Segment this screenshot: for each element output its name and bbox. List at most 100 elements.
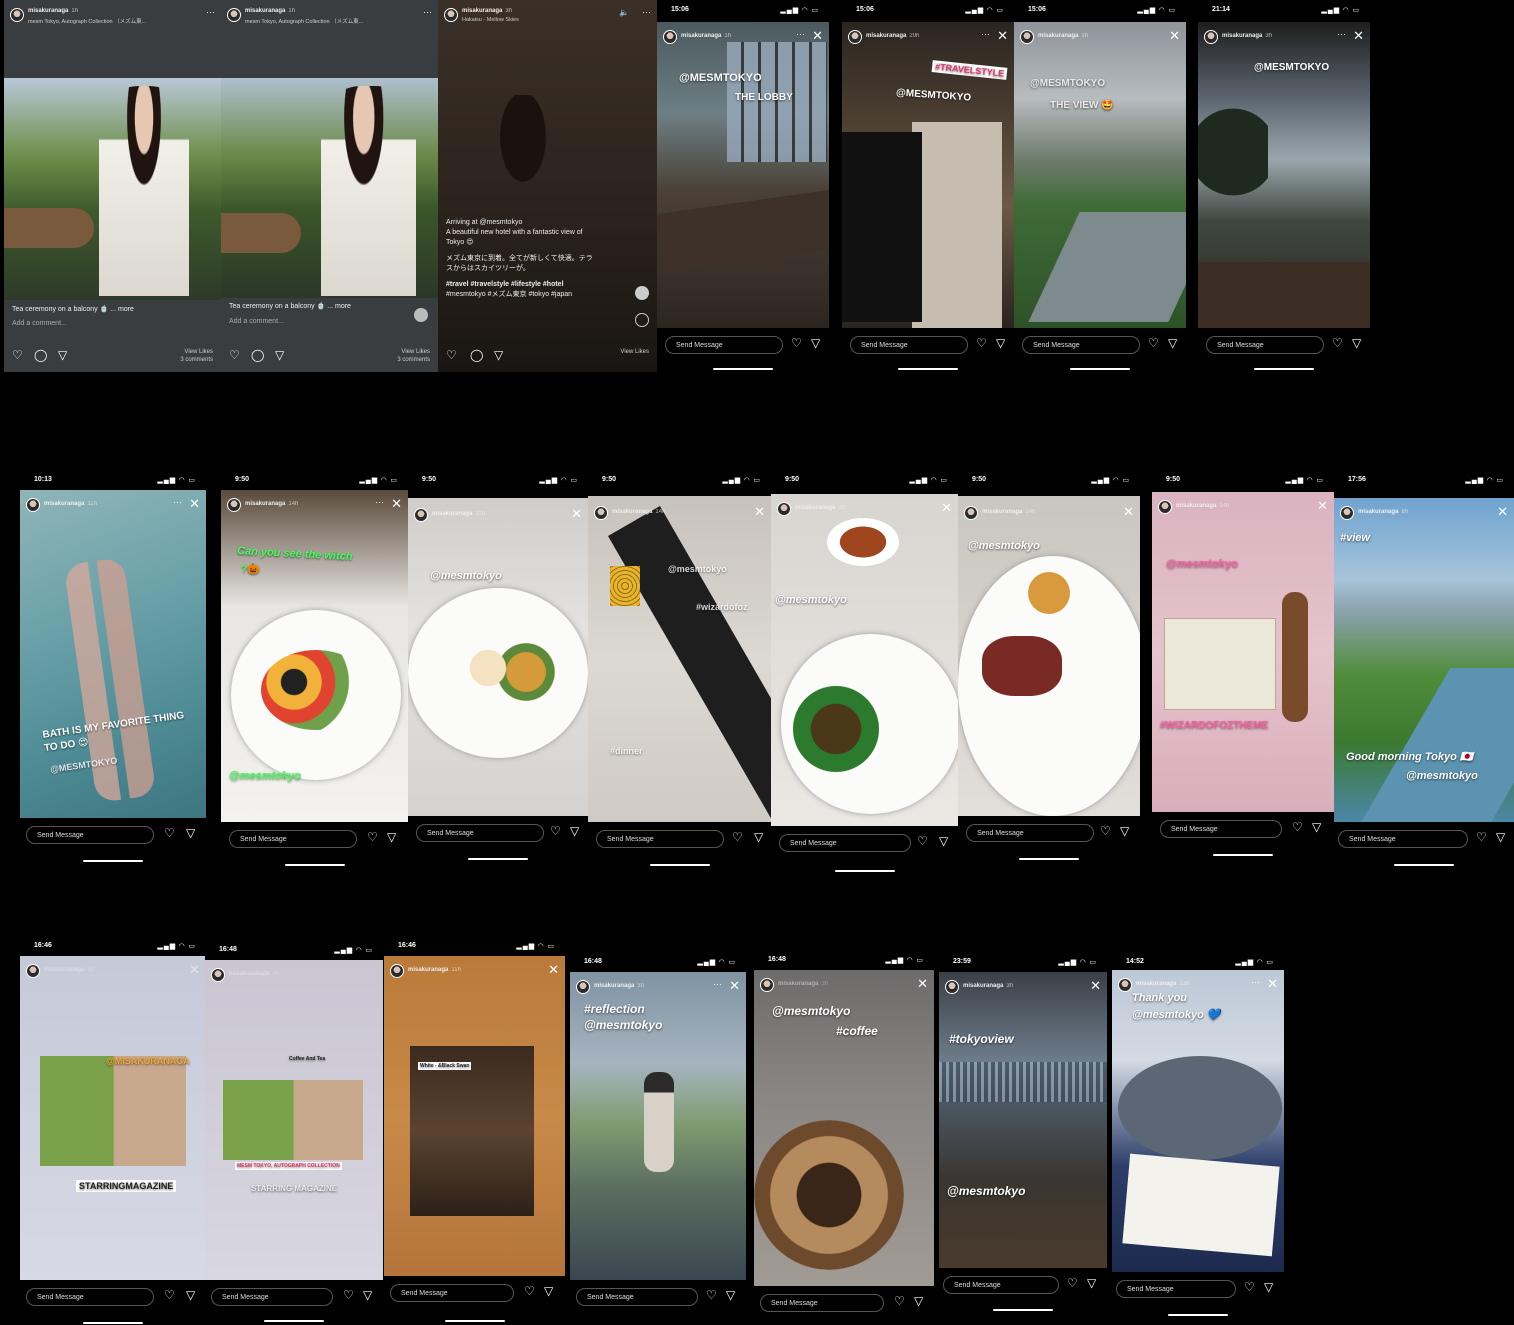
close-icon[interactable]: ✕ xyxy=(754,505,765,518)
story-card[interactable]: 15:06 ▂▄▆ ◠ ▭ misakuranaga 1h ··· ✕ @MESMT… xyxy=(657,0,829,372)
username[interactable]: misakuranaga 13h xyxy=(1136,981,1189,987)
heart-icon[interactable]: ♡ xyxy=(976,337,987,349)
avatar[interactable] xyxy=(26,964,40,978)
avatar[interactable] xyxy=(414,508,428,522)
more-options-icon[interactable]: ··· xyxy=(713,979,722,989)
send-message-input[interactable]: Send Message xyxy=(596,830,724,848)
share-icon[interactable]: ▽ xyxy=(996,337,1005,349)
username[interactable]: misakuranaga 3h xyxy=(778,981,828,987)
username[interactable]: misakuranaga 14h xyxy=(612,509,665,515)
heart-icon[interactable]: ♡ xyxy=(446,348,457,362)
more-options-icon[interactable]: ··· xyxy=(423,7,432,17)
avatar[interactable] xyxy=(576,980,590,994)
story-card[interactable]: 16:46 ▂▄▆ ◠ ▭ misakuranaga 1h ✕ @MISAKURAN… xyxy=(20,936,206,1325)
story-card[interactable]: 9:50 ▂▄▆ ◠ ▭ misakuranaga 1h ✕ @mesmtokyo … xyxy=(771,470,958,874)
story-card[interactable]: 9:50 ▂▄▆ ◠ ▭ misakuranaga 14h ··· ✕ Can yo… xyxy=(221,470,408,870)
close-icon[interactable]: ✕ xyxy=(1353,29,1364,42)
avatar[interactable] xyxy=(1118,978,1132,992)
more-options-icon[interactable]: ··· xyxy=(173,497,182,507)
username[interactable]: misakuranaga 1h xyxy=(795,505,845,511)
heart-icon[interactable]: ♡ xyxy=(12,348,23,362)
share-icon[interactable]: ▽ xyxy=(186,1289,195,1301)
heart-icon[interactable]: ♡ xyxy=(524,1285,535,1297)
avatar[interactable] xyxy=(211,968,225,982)
avatar[interactable] xyxy=(444,8,458,22)
username[interactable]: misakuranaga 14h xyxy=(982,509,1035,515)
heart-icon[interactable]: ♡ xyxy=(1067,1277,1078,1289)
avatar[interactable] xyxy=(760,978,774,992)
share-icon[interactable]: ▽ xyxy=(754,831,763,843)
close-icon[interactable]: ✕ xyxy=(1497,505,1508,518)
close-icon[interactable]: ✕ xyxy=(391,497,402,510)
share-icon[interactable]: ▽ xyxy=(58,348,67,362)
heart-icon[interactable]: ♡ xyxy=(894,1295,905,1307)
more-options-icon[interactable]: ··· xyxy=(1337,29,1346,39)
story-card[interactable]: 16:46 ▂▄▆ ◠ ▭ misakuranaga 11h ✕ White - &… xyxy=(384,936,565,1325)
avatar[interactable] xyxy=(945,980,959,994)
username[interactable]: misakuranaga 11h xyxy=(432,511,485,517)
close-icon[interactable]: ✕ xyxy=(189,497,200,510)
add-comment-input[interactable]: Add a comment... xyxy=(12,320,67,327)
close-icon[interactable]: ✕ xyxy=(189,963,200,976)
story-card[interactable]: 16:48 ▂▄▆ ◠ ▭ misakuranaga 3h ··· ✕ #refle… xyxy=(570,952,746,1325)
likes-summary[interactable]: View Likes 3 comments xyxy=(180,348,213,364)
avatar[interactable] xyxy=(777,502,791,516)
share-icon[interactable]: ▽ xyxy=(494,348,503,362)
more-options-icon[interactable]: ··· xyxy=(642,7,651,17)
share-icon[interactable]: ▽ xyxy=(1087,1277,1096,1289)
close-icon[interactable]: ✕ xyxy=(1317,499,1328,512)
more-options-icon[interactable]: ··· xyxy=(375,497,384,507)
more-options-icon[interactable]: ··· xyxy=(1251,977,1260,987)
comment-icon[interactable]: ◯ xyxy=(251,348,264,362)
send-message-input[interactable]: Send Message xyxy=(760,1294,884,1312)
more-options-icon[interactable]: ··· xyxy=(796,29,805,39)
heart-icon[interactable]: ♡ xyxy=(706,1289,717,1301)
close-icon[interactable]: ✕ xyxy=(917,977,928,990)
heart-icon[interactable]: ♡ xyxy=(343,1289,354,1301)
likes-summary[interactable]: View Likes 3 comments xyxy=(397,348,430,364)
close-icon[interactable]: ✕ xyxy=(1123,505,1134,518)
share-icon[interactable]: ▽ xyxy=(275,348,284,362)
post-card-1[interactable]: misakuranaga 1h mesm Tokyo, Autograph Col… xyxy=(4,0,221,372)
heart-icon[interactable]: ♡ xyxy=(229,348,240,362)
sound-icon[interactable]: 🔈 xyxy=(619,8,629,17)
username[interactable]: misakuranaga 1h xyxy=(44,967,94,973)
share-icon[interactable]: ▽ xyxy=(1120,825,1129,837)
more-options-icon[interactable]: ··· xyxy=(981,29,990,39)
share-icon[interactable]: ▽ xyxy=(1352,337,1361,349)
username[interactable]: misakuranaga 1h xyxy=(245,8,295,14)
send-message-input[interactable]: Send Message xyxy=(1338,830,1468,848)
heart-icon[interactable]: ♡ xyxy=(1148,337,1159,349)
story-card[interactable]: 21:14 ▂▄▆ ◠ ▭ misakuranaga 3h ··· ✕ @MESMT… xyxy=(1198,0,1370,372)
comment-icon[interactable]: ◯ xyxy=(34,348,47,362)
send-message-input[interactable]: Send Message xyxy=(229,830,357,848)
heart-icon[interactable]: ♡ xyxy=(1244,1281,1255,1293)
share-icon[interactable]: ▽ xyxy=(1264,1281,1273,1293)
location[interactable]: mesm Tokyo, Autograph Collection （メズム東..… xyxy=(245,17,363,25)
heart-icon[interactable]: ♡ xyxy=(732,831,743,843)
username[interactable]: misakuranaga 11h xyxy=(408,967,461,973)
avatar[interactable] xyxy=(1340,506,1354,520)
username[interactable]: misakuranaga 20h xyxy=(866,33,919,39)
send-message-input[interactable]: Send Message xyxy=(943,1276,1059,1294)
send-message-input[interactable]: Send Message xyxy=(850,336,968,354)
send-message-input[interactable]: Send Message xyxy=(1206,336,1324,354)
heart-icon[interactable]: ♡ xyxy=(164,1289,175,1301)
send-message-input[interactable]: Send Message xyxy=(779,834,911,852)
story-card[interactable]: 15:06 ▂▄▆ ◠ ▭ misakuranaga 1h ✕ @MESMTOKYO… xyxy=(1014,0,1186,372)
story-card[interactable]: 9:50 ▂▄▆ ◠ ▭ misakuranaga 11h ✕ @mesmtokyo… xyxy=(408,470,588,862)
close-icon[interactable]: ✕ xyxy=(729,979,740,992)
more-options-icon[interactable]: ··· xyxy=(206,7,215,17)
heart-icon[interactable]: ♡ xyxy=(791,337,802,349)
avatar[interactable] xyxy=(227,498,241,512)
story-card[interactable]: 9:50 ▂▄▆ ◠ ▭ misakuranaga 14h ✕ @mesmtokyo… xyxy=(1152,470,1334,858)
username[interactable]: misakuranaga 14h xyxy=(245,501,298,507)
share-icon[interactable]: ▽ xyxy=(186,827,195,839)
story-card[interactable]: 17:56 ▂▄▆ ◠ ▭ misakuranaga 8h ✕ #view Good… xyxy=(1334,470,1514,870)
share-icon[interactable]: ▽ xyxy=(914,1295,923,1307)
close-icon[interactable]: ✕ xyxy=(1267,977,1278,990)
location[interactable]: Hakaisu - Mellow Skies xyxy=(462,17,519,23)
story-card[interactable]: 14:52 ▂▄▆ ◠ ▭ misakuranaga 13h ··· ✕ Thank… xyxy=(1112,952,1284,1320)
close-icon[interactable]: ✕ xyxy=(997,29,1008,42)
share-icon[interactable]: ▽ xyxy=(570,825,579,837)
